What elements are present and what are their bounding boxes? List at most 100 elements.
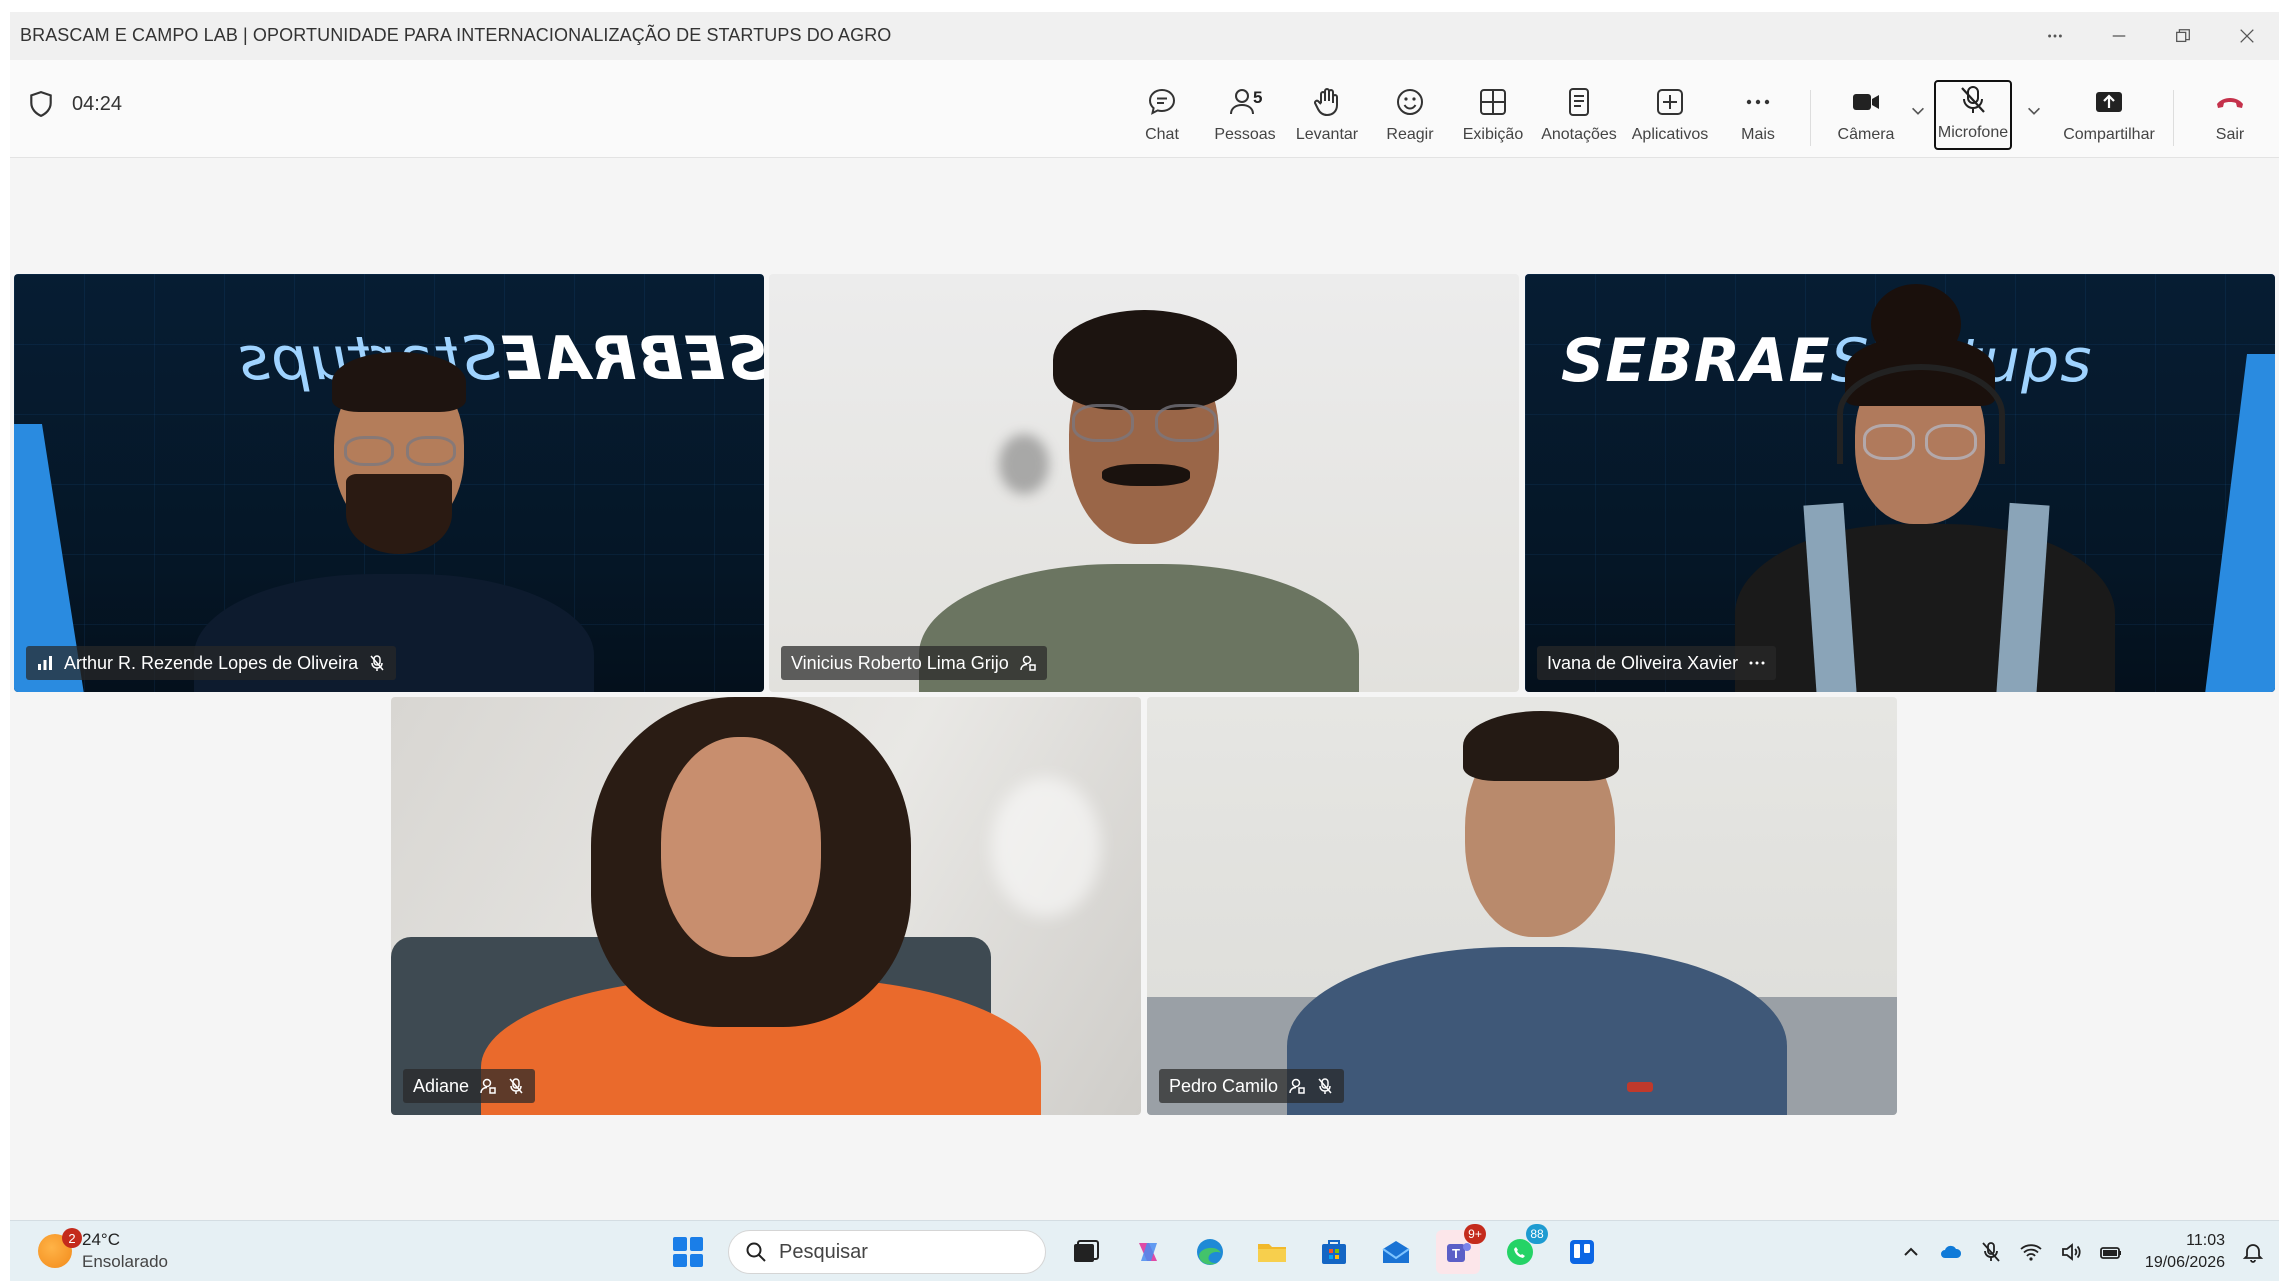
- smiley-icon: [1397, 89, 1423, 115]
- share-button[interactable]: Compartilhar: [2057, 84, 2161, 152]
- weather-description: Ensolarado: [82, 1252, 169, 1271]
- battery-icon[interactable]: [2099, 1240, 2123, 1264]
- chat-button[interactable]: Chat: [1117, 84, 1207, 152]
- people-button[interactable]: 5 Pessoas: [1200, 84, 1290, 152]
- backdrop-logo: SEBRAEStartups: [238, 324, 764, 394]
- participant-tile[interactable]: SEBRAEStartups Arthur R. Rezende Lopes d…: [14, 274, 764, 692]
- more-button[interactable]: Mais: [1713, 84, 1803, 152]
- microsoft-store-icon[interactable]: [1312, 1230, 1356, 1274]
- more-label: Mais: [1741, 126, 1775, 143]
- more-options-icon[interactable]: [2023, 12, 2087, 60]
- chat-label: Chat: [1145, 126, 1179, 143]
- organizer-icon: [480, 1078, 496, 1094]
- copilot-icon[interactable]: [1126, 1230, 1170, 1274]
- backdrop-brand: SEBRAE: [499, 324, 764, 394]
- leave-button[interactable]: Sair: [2185, 84, 2275, 152]
- microphone-button[interactable]: Microfone: [1934, 80, 2012, 150]
- participant-name: Ivana de Oliveira Xavier: [1547, 652, 1739, 673]
- people-count: 5: [1253, 88, 1263, 107]
- outlook-icon[interactable]: [1374, 1230, 1418, 1274]
- teams-notification-badge: 9+: [1464, 1224, 1486, 1244]
- taskbar-search[interactable]: Pesquisar: [728, 1230, 1046, 1274]
- react-button[interactable]: Reagir: [1365, 84, 1455, 152]
- raise-hand-label: Levantar: [1295, 126, 1359, 143]
- camera-label: Câmera: [1837, 126, 1895, 143]
- weather-badge: 2: [62, 1228, 82, 1248]
- meeting-toolbar: 04:24 Chat 5 Pessoas Levantar Reagir Exi…: [10, 60, 2279, 158]
- participant-name-tag: Vinicius Roberto Lima Grijo: [781, 646, 1047, 680]
- window-title: BRASCAM E CAMPO LAB | OPORTUNIDADE PARA …: [20, 25, 892, 45]
- restore-button[interactable]: [2151, 12, 2215, 60]
- onedrive-icon[interactable]: [1939, 1240, 1963, 1264]
- participant-tile-active-speaker[interactable]: SEBRAEStartups Ivana de Oliveira Xavier: [1525, 274, 2275, 692]
- people-label: Pessoas: [1214, 126, 1276, 143]
- participant-tile[interactable]: Adiane: [391, 697, 1141, 1115]
- participant-name-tag: Adiane: [403, 1069, 536, 1103]
- whatsapp-notification-badge: 88: [1526, 1224, 1548, 1244]
- microphone-muted-icon: [1318, 1078, 1332, 1094]
- weather-temperature: 24°C: [82, 1230, 120, 1249]
- ellipsis-icon[interactable]: [1748, 654, 1766, 672]
- leave-label: Sair: [2215, 126, 2245, 143]
- participant-name-tag: Arthur R. Rezende Lopes de Oliveira: [26, 646, 397, 680]
- wifi-icon[interactable]: [2019, 1240, 2043, 1264]
- sun-icon: 2: [38, 1228, 82, 1268]
- toolbar-divider: [1810, 90, 1811, 146]
- file-explorer-icon[interactable]: [1250, 1230, 1294, 1274]
- apps-label: Aplicativos: [1631, 126, 1709, 143]
- view-button[interactable]: Exibição: [1448, 84, 1538, 152]
- notes-label: Anotações: [1541, 126, 1617, 143]
- whatsapp-icon[interactable]: 88: [1498, 1224, 1548, 1274]
- participant-name: Pedro Camilo: [1169, 1075, 1279, 1096]
- microphone-muted-icon: [509, 1078, 523, 1094]
- shield-icon: [30, 91, 52, 118]
- minimize-button[interactable]: [2087, 12, 2151, 60]
- toolbar-divider: [2173, 90, 2174, 146]
- edge-browser-icon[interactable]: [1188, 1230, 1232, 1274]
- teams-meeting-window: BRASCAM E CAMPO LAB | OPORTUNIDADE PARA …: [10, 12, 2279, 1220]
- ellipsis-icon: [1746, 99, 1770, 105]
- taskbar-apps: Pesquisar T 9+ 88: [666, 1224, 1604, 1274]
- microphone-muted-icon: [370, 655, 384, 671]
- raise-hand-icon: [1314, 88, 1338, 116]
- camera-options-chevron-icon[interactable]: [1909, 102, 1931, 124]
- volume-icon[interactable]: [2059, 1240, 2083, 1264]
- hang-up-icon: [2217, 98, 2243, 108]
- apps-button[interactable]: Aplicativos: [1625, 84, 1715, 152]
- system-clock[interactable]: 11:03 19/06/2026: [2145, 1230, 2225, 1274]
- weather-widget[interactable]: 2 24°C Ensolarado: [38, 1228, 169, 1273]
- trello-icon[interactable]: [1560, 1230, 1604, 1274]
- microphone-muted-icon[interactable]: [1979, 1240, 2003, 1264]
- participant-name: Arthur R. Rezende Lopes de Oliveira: [64, 652, 359, 673]
- participant-name: Vinicius Roberto Lima Grijo: [791, 652, 1009, 673]
- share-label: Compartilhar: [2063, 126, 2155, 143]
- organizer-icon: [1289, 1078, 1305, 1094]
- participant-name-tag: Ivana de Oliveira Xavier: [1537, 646, 1777, 680]
- grid-view-icon: [1480, 89, 1506, 115]
- notes-button[interactable]: Anotações: [1534, 84, 1624, 152]
- close-button[interactable]: [2215, 12, 2279, 60]
- organizer-icon: [1020, 655, 1036, 671]
- teams-icon[interactable]: T 9+: [1436, 1224, 1486, 1274]
- clock-time: 11:03: [2186, 1232, 2225, 1249]
- clock-date: 19/06/2026: [2144, 1254, 2225, 1271]
- meeting-timer: 04:24: [72, 92, 123, 115]
- chat-icon: [1148, 88, 1176, 115]
- participant-tile[interactable]: Pedro Camilo: [1147, 697, 1897, 1115]
- chevron-up-icon[interactable]: [1899, 1240, 1923, 1264]
- microphone-muted-icon: [1961, 86, 1985, 113]
- task-view-icon[interactable]: [1064, 1230, 1108, 1274]
- system-tray: 11:03 19/06/2026: [1899, 1229, 2265, 1275]
- svg-text:T: T: [1452, 1246, 1460, 1261]
- participant-tile[interactable]: Vinicius Roberto Lima Grijo: [769, 274, 1519, 692]
- react-label: Reagir: [1386, 126, 1434, 143]
- notification-bell-icon[interactable]: [2241, 1240, 2265, 1264]
- video-gallery: SEBRAEStartups Arthur R. Rezende Lopes d…: [10, 158, 2279, 1220]
- share-screen-icon: [2096, 92, 2122, 112]
- microphone-options-chevron-icon[interactable]: [2025, 102, 2047, 124]
- notes-icon: [1569, 88, 1589, 116]
- raise-hand-button[interactable]: Levantar: [1282, 84, 1372, 152]
- start-button[interactable]: [666, 1230, 710, 1274]
- view-label: Exibição: [1462, 126, 1524, 143]
- camera-button[interactable]: Câmera: [1821, 84, 1911, 152]
